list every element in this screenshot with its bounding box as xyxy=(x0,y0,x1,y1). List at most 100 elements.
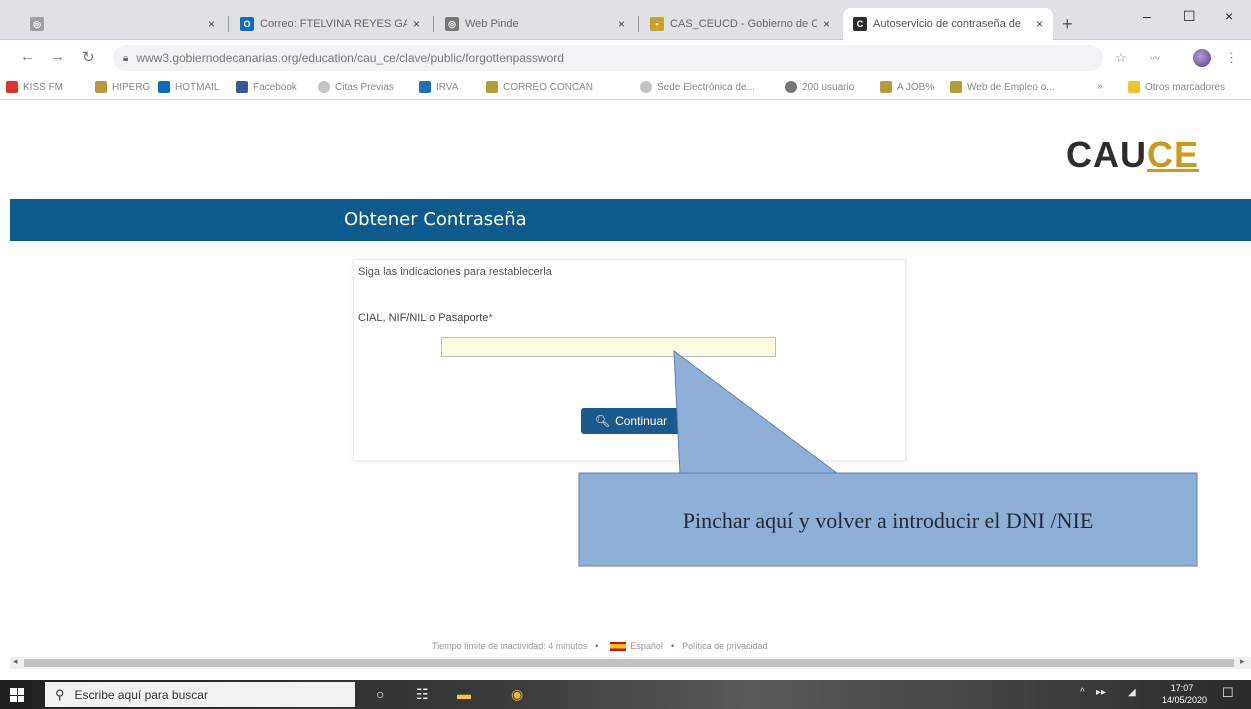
bookmark-label: Sede Electrónica de... xyxy=(657,81,755,93)
cauce-icon: C xyxy=(853,17,867,31)
bookmark-label: IRVA xyxy=(436,81,459,93)
instructions-text: Siga las indicaciones para restablecerla xyxy=(358,266,552,278)
globe-icon: ◎ xyxy=(30,17,44,31)
privacy-policy-link[interactable]: Política de privacidad xyxy=(682,641,768,651)
browser-toolbar: ← → ↻ 🔒︎ www3.gobiernodecanarias.org/edu… xyxy=(0,41,1251,75)
page-title: Obtener Contraseña xyxy=(344,209,527,230)
radio-icon xyxy=(6,81,18,93)
windows-start-icon[interactable] xyxy=(10,688,24,702)
id-document-input[interactable] xyxy=(441,337,776,357)
globe-icon xyxy=(318,81,330,93)
browser-tab[interactable]: O Correo: FTELVINA REYES GARC × xyxy=(230,8,430,40)
globe-icon xyxy=(640,81,652,93)
footer-separator: • xyxy=(595,641,599,651)
bookmark-label: Citas Previas xyxy=(335,81,394,93)
language-selector[interactable]: Español xyxy=(630,641,663,651)
bookmark-item[interactable]: IRVA xyxy=(419,81,458,93)
minimize-button[interactable]: – xyxy=(1143,8,1151,24)
bookmark-item[interactable]: HIPERG xyxy=(95,81,150,93)
bookmark-item[interactable]: 200 usuario xyxy=(785,81,854,93)
bookmark-item[interactable]: A JOB% xyxy=(880,81,934,93)
bookmark-label: Facebook xyxy=(253,81,297,93)
task-view-icon[interactable]: ☷ xyxy=(416,686,429,703)
bookmark-item[interactable]: Sede Electrónica de... xyxy=(640,81,755,93)
browser-tab-active[interactable]: C Autoservicio de contraseña de × xyxy=(843,8,1053,40)
scroll-left-icon[interactable]: ◂ xyxy=(13,656,18,667)
logo-main: CAU xyxy=(1066,134,1147,175)
id-field-label-text: CIAL, NIF/NIL o Pasaporte xyxy=(358,312,489,324)
document-icon xyxy=(950,81,962,93)
callout-text: Pinchar aquí y volver a introducir el DN… xyxy=(682,508,1094,533)
close-tab-icon[interactable]: × xyxy=(208,17,215,31)
menu-icon[interactable]: ⋮ xyxy=(1225,50,1238,66)
windows-taskbar: ⚲ Escribe aquí para buscar ○ ☷ ▬ ◉ ^ ▸▸ … xyxy=(0,680,1251,709)
bookmark-label: HOTMAIL xyxy=(175,81,220,93)
chrome-icon[interactable]: ◉ xyxy=(511,686,523,703)
page-footer: Tiempo límite de inactividad: 4 minutos … xyxy=(432,641,768,651)
tab-label: Correo: FTELVINA REYES GARC xyxy=(260,18,407,30)
network-icon[interactable]: ▸▸ xyxy=(1096,687,1106,698)
horizontal-scrollbar[interactable]: ◂ ▸ xyxy=(10,656,1251,669)
maximize-button[interactable]: ☐ xyxy=(1183,8,1196,25)
bookmark-item[interactable]: Facebook xyxy=(236,81,297,93)
browser-tab[interactable]: ◎ Web Pinde × xyxy=(435,8,635,40)
bookmark-item[interactable]: KISS FM xyxy=(6,81,63,93)
close-tab-icon[interactable]: × xyxy=(618,17,625,31)
star-icon[interactable]: ☆ xyxy=(1115,50,1127,66)
scroll-right-icon[interactable]: ▸ xyxy=(1240,656,1245,667)
browser-tab-strip: ◎ × O Correo: FTELVINA REYES GARC × ◎ We… xyxy=(0,0,1251,40)
outlook-icon xyxy=(158,81,170,93)
url-text: www3.gobiernodecanarias.org/education/ca… xyxy=(136,51,564,65)
globe-icon xyxy=(785,81,797,93)
continue-button[interactable]: 🔍︎ Continuar xyxy=(581,408,681,434)
mountain-icon xyxy=(419,81,431,93)
search-icon: ⚲ xyxy=(55,686,65,702)
taskbar-clock[interactable]: 17:07 14/05/2020 xyxy=(1162,682,1208,706)
id-field-label: CIAL, NIF/NIL o Pasaporte* xyxy=(358,312,493,324)
volume-icon[interactable]: ◢ xyxy=(1128,687,1136,698)
bookmarks-more-label: » xyxy=(1097,81,1103,92)
taskbar-search-box[interactable]: ⚲ Escribe aquí para buscar xyxy=(45,682,355,707)
tab-separator xyxy=(638,16,639,32)
tab-separator xyxy=(228,16,229,32)
browser-tab[interactable]: ◎ × xyxy=(20,8,225,40)
close-tab-icon[interactable]: × xyxy=(823,17,830,31)
header-bar xyxy=(10,199,1251,241)
tray-chevron-icon[interactable]: ^ xyxy=(1080,687,1085,698)
browser-tab[interactable]: ▪ CAS_CEUCD - Gobierno de Ca × xyxy=(640,8,840,40)
reload-icon[interactable]: ↻ xyxy=(82,48,95,66)
document-icon xyxy=(880,81,892,93)
bookmark-item[interactable]: Web de Empleo o... xyxy=(950,81,1055,93)
clock-date: 14/05/2020 xyxy=(1162,695,1208,705)
close-tab-icon[interactable]: × xyxy=(413,17,420,31)
globe-icon: ◎ xyxy=(445,17,459,31)
close-tab-icon[interactable]: × xyxy=(1036,17,1043,31)
extension-icon[interactable]: 〰 xyxy=(1150,50,1160,65)
bookmark-label: KISS FM xyxy=(23,81,64,93)
avatar[interactable] xyxy=(1193,49,1211,67)
other-bookmarks[interactable]: Otros marcadores xyxy=(1128,81,1225,93)
cauce-logo: CAUCE xyxy=(1066,134,1199,176)
lock-icon: 🔒︎ xyxy=(123,52,129,64)
bookmark-label: A JOB% xyxy=(897,81,935,93)
tab-label: Web Pinde xyxy=(465,18,519,30)
scrollbar-thumb[interactable] xyxy=(24,659,1234,667)
facebook-icon xyxy=(236,81,248,93)
continue-label: Continuar xyxy=(615,414,668,428)
tab-label: CAS_CEUCD - Gobierno de Ca xyxy=(670,18,817,30)
bookmark-item[interactable]: CORREO CONCAN xyxy=(486,81,593,93)
cortana-icon[interactable]: ○ xyxy=(376,686,384,702)
bookmark-item[interactable]: Citas Previas xyxy=(318,81,394,93)
new-tab-button[interactable]: + xyxy=(1062,14,1073,35)
bookmark-label: 200 usuario xyxy=(802,81,855,93)
forward-arrow-icon[interactable]: → xyxy=(50,48,65,65)
address-bar[interactable]: 🔒︎ www3.gobiernodecanarias.org/education… xyxy=(113,45,1103,71)
required-mark: * xyxy=(488,312,493,324)
back-arrow-icon[interactable]: ← xyxy=(20,48,35,65)
bookmarks-more-button[interactable]: » xyxy=(1097,81,1103,92)
notification-icon[interactable]: ☐ xyxy=(1222,685,1234,701)
bookmark-item[interactable]: HOTMAIL xyxy=(158,81,219,93)
document-icon xyxy=(486,81,498,93)
close-window-button[interactable]: × xyxy=(1225,8,1233,24)
file-explorer-icon[interactable]: ▬ xyxy=(457,686,471,702)
